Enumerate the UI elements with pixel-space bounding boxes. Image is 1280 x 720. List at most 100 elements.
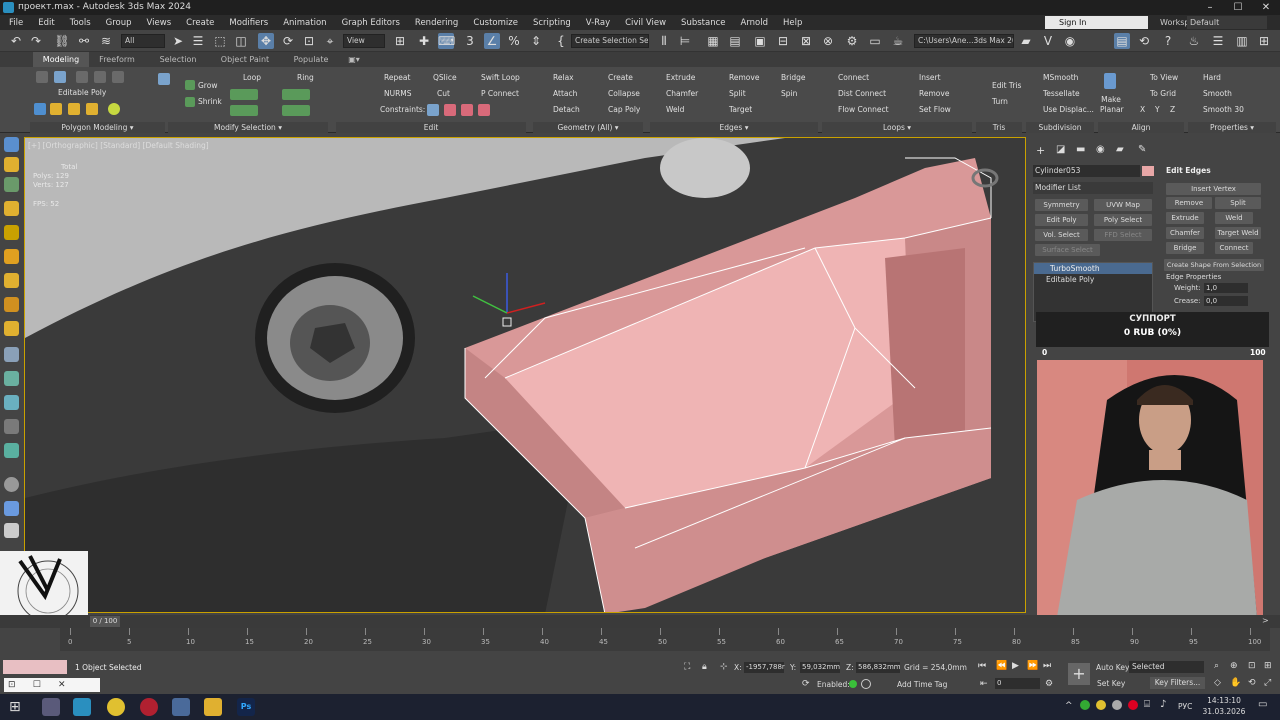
element-mode-icon[interactable]: [112, 71, 124, 83]
select-object-icon[interactable]: ➤: [170, 33, 186, 49]
menu-modifiers[interactable]: Modifiers: [220, 18, 274, 28]
viewport-orthographic[interactable]: [+] [Orthographic] [Standard] [Default S…: [24, 137, 1026, 613]
tab-modeling[interactable]: Modeling: [33, 52, 89, 67]
schematic-view-icon[interactable]: ⊠: [798, 33, 814, 49]
stack-item-turbosmooth[interactable]: TurboSmooth: [1034, 263, 1152, 274]
reference-coordinate-dropdown[interactable]: View: [343, 34, 385, 48]
split-button[interactable]: Split: [729, 89, 746, 99]
command-panel-toggle-icon[interactable]: ▤: [1114, 33, 1130, 49]
relax-button[interactable]: Relax: [553, 73, 574, 83]
set-key-button[interactable]: +: [1068, 663, 1090, 685]
enabled-indicator[interactable]: [849, 680, 857, 688]
field-of-view-icon[interactable]: ◇: [1214, 678, 1221, 688]
edit-edges-rollout-title[interactable]: Edit Edges: [1166, 166, 1211, 175]
arnold-icon[interactable]: ⟲: [1136, 33, 1152, 49]
menu-edit[interactable]: Edit: [29, 18, 60, 28]
ribbon-options-icon[interactable]: ▣▾: [345, 52, 363, 67]
zoom-icon[interactable]: ⌕: [1214, 661, 1219, 671]
hierarchy-icon[interactable]: [4, 177, 19, 192]
menu-civil-view[interactable]: Civil View: [616, 18, 672, 28]
maximize-viewport-icon[interactable]: ⤢: [1264, 678, 1271, 688]
box-tool-icon[interactable]: [4, 347, 19, 362]
maxscript-listener[interactable]: [3, 660, 67, 674]
unlink-icon[interactable]: ⚯: [76, 33, 92, 49]
to-grid-button[interactable]: To Grid: [1150, 89, 1176, 99]
weld-button[interactable]: Weld: [666, 105, 684, 115]
current-frame-field[interactable]: 0: [995, 678, 1040, 689]
network-icon[interactable]: ⌸: [1144, 699, 1150, 710]
particles-icon[interactable]: [4, 501, 19, 516]
preview-icon[interactable]: [108, 103, 120, 115]
window-crossing-icon[interactable]: ◫: [233, 33, 249, 49]
obs-taskbar-icon[interactable]: [140, 698, 158, 716]
modify-panel-icon[interactable]: [4, 157, 19, 172]
attach-button[interactable]: Attach: [553, 89, 577, 99]
uvw-map-button[interactable]: UVW Map: [1094, 199, 1152, 211]
chart-icon[interactable]: ▥: [1234, 33, 1250, 49]
connect-button[interactable]: Connect: [838, 73, 869, 83]
menu-rendering[interactable]: Rendering: [406, 18, 464, 28]
connect-edge-button[interactable]: Connect: [1215, 242, 1253, 254]
tray-expand-icon[interactable]: ^: [1065, 701, 1073, 711]
use-soft-selection-icon[interactable]: [68, 103, 80, 115]
tab-freeform[interactable]: Freeform: [92, 52, 142, 67]
torus-tool-icon[interactable]: [4, 225, 19, 240]
remove-edge-button[interactable]: Remove: [729, 73, 759, 83]
menu-scripting[interactable]: Scripting: [524, 18, 577, 28]
isolate-icon[interactable]: ⛶: [684, 662, 690, 672]
surface-select-button[interactable]: Surface Select: [1035, 244, 1100, 256]
nurms-button[interactable]: NURMS: [384, 89, 412, 99]
vray-icon[interactable]: V: [1040, 33, 1056, 49]
constraint-face-icon[interactable]: [461, 104, 473, 116]
group-properties[interactable]: Properties ▾: [1188, 122, 1276, 133]
time-tag-icon[interactable]: ⟳: [802, 679, 810, 689]
constraint-none-icon[interactable]: [427, 104, 439, 116]
notifications-icon[interactable]: ▭: [1258, 699, 1267, 710]
chamfer-edge-button[interactable]: Chamfer: [1166, 227, 1204, 239]
tab-selection[interactable]: Selection: [152, 52, 204, 67]
listener-window-controls[interactable]: ⊡ ☐ ✕: [4, 678, 100, 692]
edit-poly-button[interactable]: Edit Poly: [1035, 214, 1088, 226]
spin-button[interactable]: Spin: [781, 89, 797, 99]
constraint-edge-icon[interactable]: [444, 104, 456, 116]
rectangular-selection-icon[interactable]: ⬚: [212, 33, 228, 49]
vol-select-button[interactable]: Vol. Select: [1035, 229, 1088, 241]
light-tool-icon[interactable]: [4, 273, 19, 288]
tab-populate[interactable]: Populate: [284, 52, 338, 67]
rendered-frame-window-icon[interactable]: ▭: [867, 33, 883, 49]
scene-explorer-icon[interactable]: ▦: [705, 33, 721, 49]
qslice-button[interactable]: QSlice: [433, 73, 457, 83]
list-icon[interactable]: ☰: [1210, 33, 1226, 49]
link-icon[interactable]: ⛓: [54, 33, 70, 49]
tab-object-paint[interactable]: Object Paint: [214, 52, 276, 67]
photoshop-taskbar-icon[interactable]: Ps: [237, 698, 255, 716]
layer-explorer-icon[interactable]: ▤: [727, 33, 743, 49]
split-edge-button[interactable]: Split: [1215, 197, 1261, 209]
clock-time[interactable]: 14:13:10: [1203, 696, 1245, 705]
vertex-mode-icon[interactable]: [36, 71, 48, 83]
extrude-button[interactable]: Extrude: [666, 73, 695, 83]
to-view-button[interactable]: To View: [1150, 73, 1178, 83]
explorer-taskbar-icon[interactable]: [204, 698, 222, 716]
scene-tool-icon[interactable]: [4, 443, 19, 458]
create-tab-icon[interactable]: +: [1036, 144, 1045, 157]
align-y-button[interactable]: Y: [1155, 105, 1160, 115]
bridge-edge-button[interactable]: Bridge: [1166, 242, 1204, 254]
pivot-center-icon[interactable]: ⊞: [392, 33, 408, 49]
windows-start-icon[interactable]: ⊞: [9, 699, 21, 715]
grid-icon[interactable]: ⊞: [1256, 33, 1272, 49]
group-modify-selection[interactable]: Modify Selection ▾: [168, 122, 328, 133]
x-coordinate-field[interactable]: -1957,788r: [744, 662, 785, 673]
align-z-button[interactable]: Z: [1170, 105, 1175, 115]
sun-tool-icon[interactable]: [4, 321, 19, 336]
ffd-select-button[interactable]: FFD Select: [1094, 229, 1152, 241]
edit-tris-button[interactable]: Edit Tris: [992, 81, 1021, 91]
snaps-toggle-icon[interactable]: 3: [462, 33, 478, 49]
detach-button[interactable]: Detach: [553, 105, 580, 115]
hand-tool-icon[interactable]: [4, 419, 19, 434]
create-panel-icon[interactable]: [4, 137, 19, 152]
insert-vertex-button[interactable]: Insert Vertex: [1166, 183, 1261, 195]
project-path-dropdown[interactable]: C:\Users\Ane...3ds Max 2024: [914, 34, 1014, 48]
collapse-stack-icon[interactable]: [86, 103, 98, 115]
collapse-button[interactable]: Collapse: [608, 89, 640, 99]
